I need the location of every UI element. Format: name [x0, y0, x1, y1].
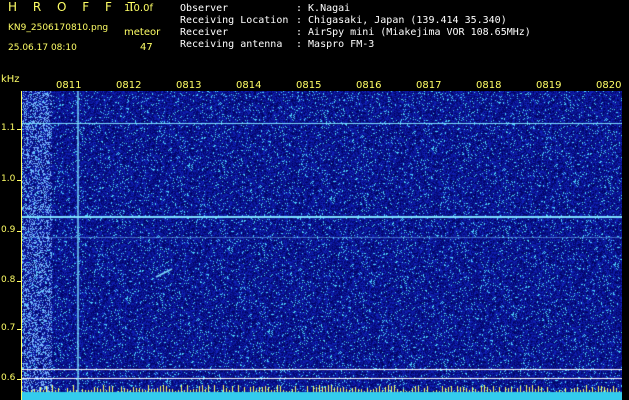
timestamp: 25.06.17 08:10 [8, 43, 77, 53]
spectrogram-canvas [22, 91, 622, 400]
frequency-label: 0.7 [1, 323, 16, 333]
frequency-label: 0.6 [1, 373, 16, 383]
frequency-tick [17, 281, 21, 282]
receiver-label: Receiver [180, 27, 229, 38]
file-name: KN9_2506170810.png [8, 23, 109, 33]
frequency-label: 1.0 [1, 174, 16, 184]
time-label: 0815 [296, 80, 322, 91]
frequency-axis-line [21, 91, 22, 400]
frequency-tick [17, 231, 21, 232]
time-label: 0812 [116, 80, 142, 91]
frequency-tick [17, 180, 21, 181]
frequency-tick [17, 379, 21, 380]
frequency-tick [17, 129, 21, 130]
app-version: 1.0.0f [124, 3, 153, 14]
time-label: 0816 [356, 80, 382, 91]
frequency-tick [17, 329, 21, 330]
time-label: 0814 [236, 80, 262, 91]
frequency-label: 1.1 [1, 123, 16, 133]
time-label: 0819 [536, 80, 562, 91]
frequency-label: 0.9 [1, 225, 16, 235]
time-label: 0817 [416, 80, 442, 91]
frequency-label: 0.8 [1, 275, 16, 285]
time-label: 0813 [176, 80, 202, 91]
time-label: 0818 [476, 80, 502, 91]
info-header: H R O F F T 1.0.0f KN9_2506170810.png me… [0, 0, 629, 70]
meteor-label: meteor [124, 27, 161, 38]
meteor-count: 47 [140, 42, 153, 53]
antenna-value: : Maspro FM-3 [296, 39, 375, 50]
observer-label: Observer [180, 3, 229, 14]
time-label: 0820 [596, 80, 622, 91]
location-value: : Chigasaki, Japan (139.414 35.340) [296, 15, 507, 26]
time-label: 0811 [56, 80, 82, 91]
frequency-unit-label: kHz [1, 74, 20, 85]
location-label: Receiving Location [180, 15, 289, 26]
receiver-value: : AirSpy mini (Miakejima VOR 108.65MHz) [296, 27, 531, 38]
app-title: H R O F F T [8, 0, 142, 14]
antenna-label: Receiving antenna [180, 39, 283, 50]
observer-value: : K.Nagai [296, 3, 351, 14]
